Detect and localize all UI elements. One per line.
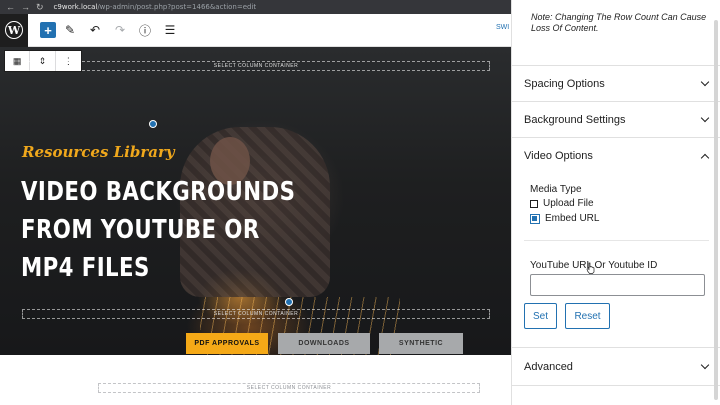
select-column-container-top[interactable]: SELECT COLUMN CONTAINER	[22, 61, 490, 71]
panel-spacing-options[interactable]: Spacing Options	[512, 66, 720, 102]
upload-file-label: Upload File	[543, 198, 594, 209]
video-options-divider	[524, 240, 709, 241]
forward-arrow-icon[interactable]: →	[21, 2, 30, 12]
edit-tool-icon[interactable]: ✎	[59, 19, 81, 41]
settings-sidebar: Note: Changing The Row Count Can Cause L…	[511, 0, 720, 405]
url-host: c9work.local	[53, 3, 98, 11]
redo-icon[interactable]: ↷	[109, 19, 131, 41]
panel-background-title: Background Settings	[524, 113, 626, 126]
url-path: /wp-admin/post.php?post=1466&action=edit	[97, 3, 257, 11]
panel-video-title: Video Options	[524, 150, 593, 162]
info-icon[interactable]: ⓘ	[134, 19, 156, 41]
column-resize-handle-top[interactable]	[149, 120, 157, 128]
upload-file-checkbox[interactable]	[530, 199, 538, 208]
address-url[interactable]: c9work.local/wp-admin/post.php?post=1466…	[54, 3, 257, 11]
back-arrow-icon[interactable]: ←	[6, 2, 15, 12]
mouse-cursor-icon	[586, 262, 595, 274]
panel-spacing-title: Spacing Options	[524, 77, 605, 90]
headline-line-3: MP4 FILES	[21, 253, 150, 283]
row-count-note: Note: Changing The Row Count Can Cause L…	[512, 0, 720, 66]
panel-advanced-title: Advanced	[524, 360, 573, 373]
wordpress-logo-letter: W	[5, 21, 23, 39]
editor-canvas: ▦ ⇕ ⋮ SELECT COLUMN CONTAINER Resources …	[0, 47, 511, 405]
list-view-icon[interactable]: ☰	[159, 19, 181, 41]
wordpress-logo-icon[interactable]: W	[0, 13, 28, 47]
downloads-button[interactable]: DOWNLOADS	[278, 333, 370, 354]
synthetic-button[interactable]: SYNTHETIC	[379, 333, 463, 354]
sidebar-scrollbar[interactable]	[714, 20, 718, 400]
switch-link-truncated[interactable]: SWI	[496, 24, 509, 31]
next-row-section[interactable]: SELECT COLUMN CONTAINER	[20, 355, 511, 405]
headline-line-1: VIDEO BACKGROUNDS	[21, 177, 296, 207]
chevron-up-icon	[700, 153, 710, 162]
hero-kicker: Resources Library	[22, 143, 175, 161]
chevron-down-icon	[700, 77, 710, 87]
embed-url-label: Embed URL	[545, 213, 600, 224]
media-type-label: Media Type	[530, 184, 582, 195]
hero-headline: VIDEO BACKGROUNDS FROM YOUTUBE OR MP4 FI…	[21, 173, 295, 287]
reset-button[interactable]: Reset	[565, 303, 610, 329]
hero-video-section[interactable]: ▦ ⇕ ⋮ SELECT COLUMN CONTAINER Resources …	[0, 47, 511, 355]
option-upload-file[interactable]: Upload File	[530, 198, 594, 209]
youtube-url-input[interactable]	[530, 274, 705, 296]
headline-line-2: FROM YOUTUBE OR	[21, 215, 260, 245]
panel-background-settings[interactable]: Background Settings	[512, 102, 720, 138]
undo-icon[interactable]: ↶	[84, 19, 106, 41]
option-embed-url[interactable]: Embed URL	[530, 213, 599, 224]
select-column-container-bottom[interactable]: SELECT COLUMN CONTAINER	[98, 383, 480, 393]
pdf-approvals-button[interactable]: PDF APPROVALS	[186, 333, 268, 354]
panel-advanced[interactable]: Advanced	[512, 348, 720, 386]
chevron-down-icon	[700, 113, 710, 123]
embed-url-checkbox[interactable]	[530, 213, 540, 224]
set-button[interactable]: Set	[524, 303, 557, 329]
panel-video-options[interactable]: Video Options	[512, 138, 720, 174]
video-options-body: Media Type Upload File Embed URL YouTube…	[512, 174, 720, 348]
chevron-down-icon	[700, 360, 710, 370]
reload-icon[interactable]: ↻	[36, 2, 44, 12]
add-block-button[interactable]: +	[40, 22, 56, 38]
select-column-container-middle[interactable]: SELECT COLUMN CONTAINER	[22, 309, 490, 319]
column-resize-handle-bottom[interactable]	[285, 298, 293, 306]
